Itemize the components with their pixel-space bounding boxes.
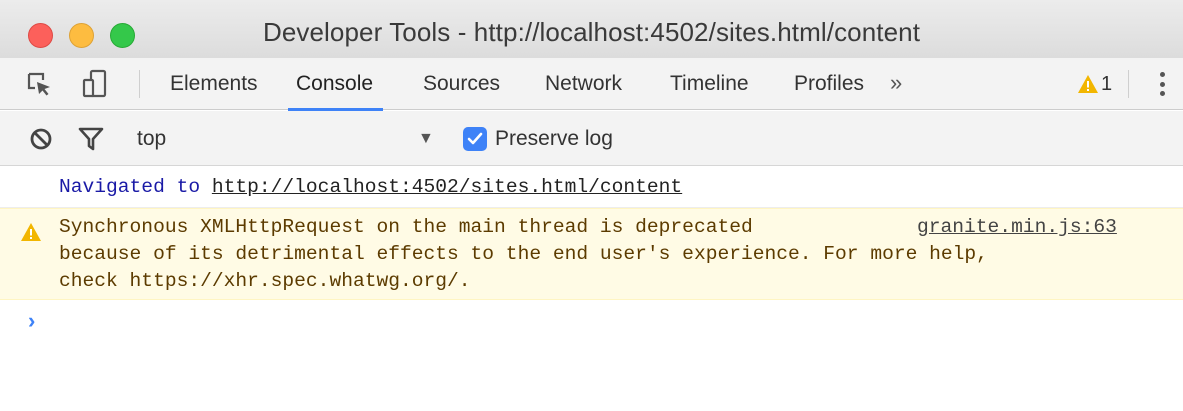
tab-console[interactable]: Console [287,58,384,111]
warning-count-badge[interactable]: 1 [1077,70,1112,98]
warning-count: 1 [1101,72,1113,95]
maximize-window-button[interactable] [110,23,135,48]
close-window-button[interactable] [28,23,53,48]
warning-message-text: Synchronous XMLHttpRequest on the main t… [59,214,988,295]
warning-line-2: because of its detrimental effects to th… [59,243,988,265]
tab-sources[interactable]: Sources [423,58,500,110]
warning-icon [1078,75,1098,93]
warning-line-3: check https://xhr.spec.whatwg.org/. [59,270,471,292]
more-options-icon[interactable] [1152,68,1172,100]
checkmark-icon [467,132,483,145]
warning-source-link[interactable]: granite.min.js:63 [917,214,1117,241]
device-toolbar-icon[interactable] [78,67,112,101]
more-tabs-button[interactable]: » [890,58,902,110]
inspect-element-icon[interactable] [22,67,56,101]
tabbar-divider-right [1128,70,1129,98]
window-titlebar: Developer Tools - http://localhost:4502/… [0,0,1183,58]
console-message-navigated: Navigated to http://localhost:4502/sites… [0,167,1183,208]
preserve-log-checkbox[interactable] [463,127,487,151]
console-toolbar: top ▼ Preserve log [0,111,1183,166]
warning-line-1: Synchronous XMLHttpRequest on the main t… [59,216,753,238]
window-title: Developer Tools - http://localhost:4502/… [262,16,921,47]
console-output: Navigated to http://localhost:4502/sites… [0,167,1183,411]
devtools-tabbar: Elements Console Sources Network Timelin… [0,58,1183,111]
console-prompt[interactable]: › [28,308,35,334]
navigated-prefix: Navigated to [59,176,212,198]
minimize-window-button[interactable] [69,23,94,48]
tab-profiles[interactable]: Profiles [794,58,864,110]
filter-icon[interactable] [74,122,108,156]
preserve-log-label[interactable]: Preserve log [495,111,613,166]
tab-timeline[interactable]: Timeline [670,58,749,110]
chevron-down-icon[interactable]: ▼ [418,111,434,166]
context-selector[interactable]: top [137,111,166,166]
tab-network[interactable]: Network [545,58,622,110]
tab-elements[interactable]: Elements [170,58,258,110]
warning-icon [21,223,41,241]
console-message-warning: Synchronous XMLHttpRequest on the main t… [0,208,1183,300]
tabbar-divider [139,70,140,98]
navigated-url-link[interactable]: http://localhost:4502/sites.html/content [212,176,682,198]
clear-console-icon[interactable] [24,122,58,156]
